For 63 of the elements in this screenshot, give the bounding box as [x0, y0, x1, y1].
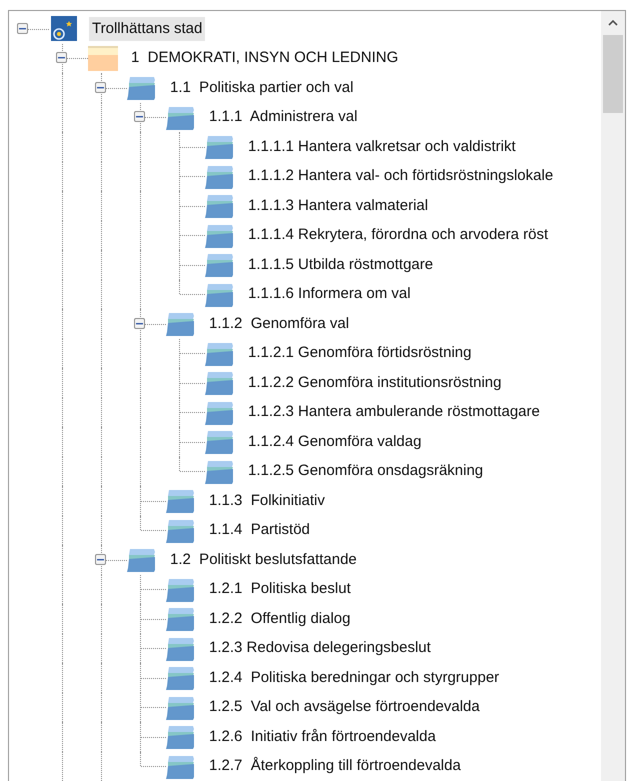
folder-icon [166, 606, 196, 632]
tree-item[interactable]: 1 DEMOKRATI, INSYN OCH LEDNING [128, 46, 402, 70]
minus-icon [58, 54, 65, 62]
folder-icon [166, 576, 196, 602]
tree-item[interactable]: 1.1.1.5 Utbilda röstmottgare [245, 252, 436, 277]
folder-icon [166, 724, 196, 750]
folder-icon [166, 518, 196, 543]
tree-item[interactable]: 1.2.4 Politiska beredningar och styrgrupper [206, 666, 502, 690]
tree-item[interactable]: 1.1.3 Folkinitiativ [206, 488, 328, 513]
tree-item[interactable]: 1.2.1 Politiska beslut [206, 577, 354, 602]
collapse-toggle[interactable] [134, 111, 145, 122]
folder-icon [205, 164, 235, 189]
tree-item[interactable]: 1.2.3 Redovisa delegeringsbeslut [206, 636, 434, 660]
folder-icon [166, 311, 196, 336]
collapse-toggle[interactable] [95, 82, 106, 93]
tree-item[interactable]: 1.2.5 Val och avsägelse förtroendevalda [206, 695, 483, 720]
globe-badge-icon [49, 16, 79, 42]
folder-icon [88, 46, 118, 71]
folder-icon [205, 282, 235, 307]
collapse-toggle[interactable] [17, 22, 28, 34]
minus-icon [136, 113, 143, 120]
folder-icon [205, 193, 235, 218]
tree-item[interactable]: 1.2 Politiskt beslutsfattande [167, 548, 360, 572]
collapse-toggle[interactable] [95, 554, 106, 565]
folder-icon [205, 400, 235, 425]
folder-icon [205, 458, 235, 484]
folder-icon [205, 370, 235, 396]
tree-item[interactable]: 1.1 Politiska partier och val [167, 76, 356, 100]
tree-item[interactable]: 1.2.2 Offentlig dialog [206, 606, 354, 631]
folder-icon [166, 694, 196, 720]
tree-item[interactable]: 1.2.7 Återkoppling till förtroendevalda [206, 754, 464, 778]
chevron-up-icon[interactable] [608, 20, 618, 26]
scrollbar[interactable] [601, 11, 625, 781]
tree-item[interactable]: 1.1.1.6 Informera om val [245, 282, 414, 306]
tree-item[interactable]: 1.1.1.1 Hantera valkretsar och valdistrikt [245, 134, 519, 159]
folder-icon [166, 636, 196, 661]
tree-item[interactable]: 1.1.4 Partistöd [206, 518, 313, 542]
folder-icon [127, 547, 157, 572]
tree-item[interactable]: 1.1.2.1 Genomföra förtidsröstning [245, 341, 474, 366]
folder-icon [205, 134, 235, 160]
folder-icon [127, 75, 157, 100]
folder-icon [205, 252, 235, 278]
tree-item[interactable]: 1.1.2.4 Genomföra valdag [245, 430, 424, 454]
tree-item[interactable]: 1.1.2.5 Genomföra onsdagsräkning [245, 459, 486, 484]
tree-item[interactable]: 1.2.6 Initiativ från förtroendevalda [206, 724, 439, 749]
folder-icon [205, 222, 235, 248]
tree-item[interactable]: 1.1.2.3 Hantera ambulerande röstmottagare [245, 400, 543, 424]
folder-icon [166, 754, 196, 779]
tree-item[interactable]: 1.1.2.2 Genomföra institutionsröstning [245, 370, 504, 395]
folder-icon [166, 665, 196, 690]
tree-item[interactable]: 1.1.1.4 Rekrytera, förordna och arvodera röst [245, 223, 552, 248]
folder-icon [166, 104, 196, 130]
tree-item[interactable]: Trollhättans stad [89, 16, 206, 41]
tree-item[interactable]: 1.1.1.3 Hantera valmaterial [245, 194, 432, 218]
collapse-toggle[interactable] [56, 52, 67, 64]
scroll-thumb[interactable] [603, 35, 623, 113]
tree-item[interactable]: 1.1.1 Administrera val [206, 105, 360, 130]
folder-icon [166, 488, 196, 514]
tree-item[interactable]: 1.1.1.2 Hantera val- och förtidsröstningslokale [245, 164, 556, 188]
tree-item[interactable]: 1.1.2 Genomföra val [206, 312, 352, 336]
folder-icon [205, 429, 235, 454]
collapse-toggle[interactable] [134, 318, 145, 329]
folder-icon [205, 340, 235, 366]
